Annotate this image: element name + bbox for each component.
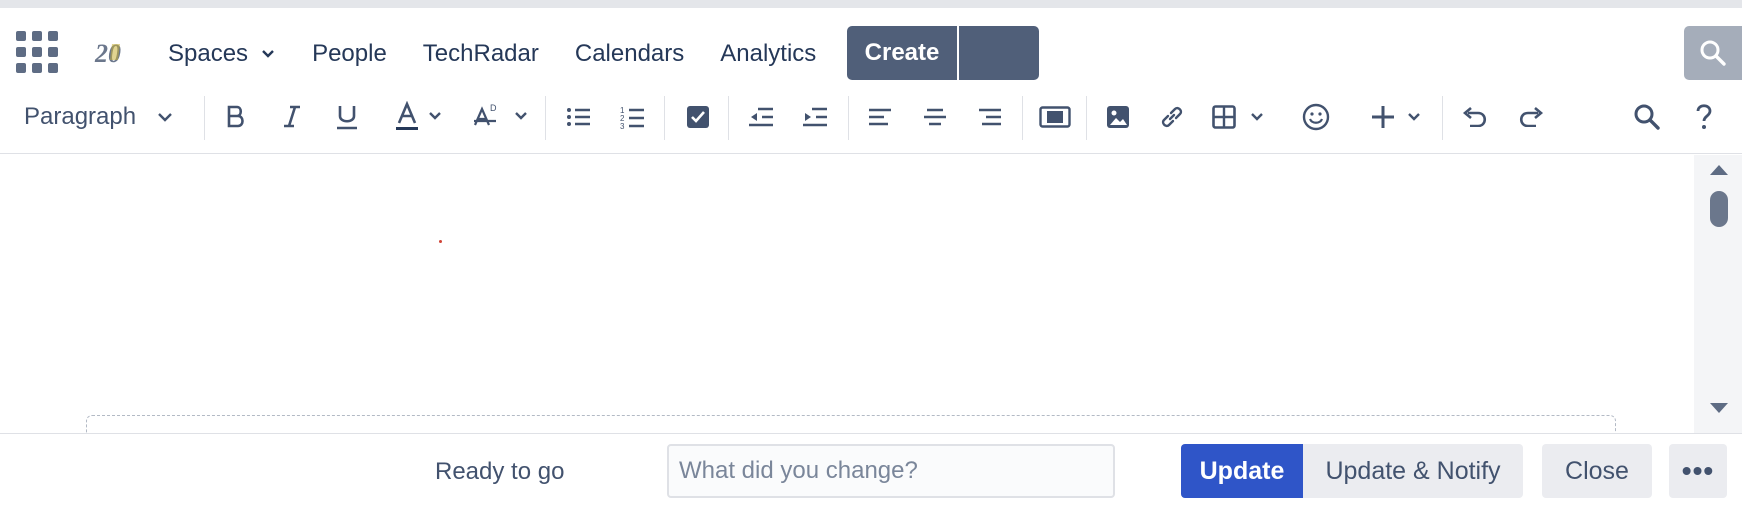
align-center-button[interactable] — [923, 88, 947, 146]
app-switcher-icon[interactable] — [16, 31, 60, 75]
italic-button[interactable] — [280, 88, 304, 146]
align-left-icon — [869, 108, 891, 126]
close-button[interactable]: Close — [1542, 444, 1652, 498]
underline-button[interactable] — [334, 88, 360, 146]
nav-analytics-label: Analytics — [720, 40, 817, 67]
outdent-icon — [749, 107, 773, 127]
insert-image-button[interactable] — [1106, 88, 1130, 146]
search-icon — [1634, 104, 1660, 130]
global-search-button[interactable] — [1684, 26, 1742, 80]
insert-more-icon — [1372, 106, 1420, 128]
page-layout-icon — [1039, 106, 1071, 128]
top-navigation-bar: 20 Spaces People TechRadar Calendars Ana… — [0, 0, 1742, 96]
version-comment-input[interactable] — [667, 444, 1115, 498]
insert-emoji-button[interactable] — [1302, 88, 1330, 146]
create-from-template-button[interactable] — [959, 26, 1039, 80]
toolbar-divider — [1022, 96, 1023, 140]
svg-text:D: D — [490, 103, 497, 113]
update-button[interactable]: Update — [1181, 444, 1303, 498]
align-right-button[interactable] — [978, 88, 1002, 146]
text-color-button[interactable] — [394, 88, 450, 146]
main-nav: Spaces People TechRadar Calendars Analyt… — [168, 34, 852, 74]
help-button[interactable] — [1694, 88, 1714, 146]
editor-scrollbar[interactable] — [1694, 155, 1742, 433]
chevron-down-icon — [262, 50, 274, 58]
image-icon — [1107, 106, 1129, 128]
chevron-down-icon — [158, 113, 172, 122]
insert-table-button[interactable] — [1212, 88, 1268, 146]
create-button-group: Create — [847, 26, 1039, 80]
nav-techradar[interactable]: TechRadar — [423, 40, 539, 68]
nav-people-label: People — [312, 40, 387, 67]
editor-content-area[interactable] — [0, 155, 1694, 435]
text-color-icon — [396, 101, 441, 130]
help-icon — [1696, 104, 1712, 129]
nav-spaces[interactable]: Spaces — [168, 40, 276, 68]
italic-icon — [284, 105, 300, 128]
nav-techradar-label: TechRadar — [422, 40, 539, 67]
task-list-icon — [687, 106, 709, 128]
text-format-button[interactable]: D — [472, 88, 528, 146]
toolbar-divider — [1086, 96, 1087, 140]
editor-toolbar: Paragraph D 123 — [0, 88, 1742, 154]
emoji-icon — [1302, 103, 1330, 131]
align-center-icon — [924, 108, 946, 126]
bullet-list-icon — [567, 108, 590, 126]
editor-footer: Ready to go Update Update & Notify Close… — [0, 433, 1742, 517]
layout-section-outline — [86, 415, 1616, 435]
redo-icon — [1519, 107, 1544, 127]
nav-calendars[interactable]: Calendars — [575, 40, 684, 68]
task-list-button[interactable] — [686, 88, 710, 146]
update-and-notify-button[interactable]: Update & Notify — [1303, 444, 1523, 498]
paragraph-style-value: Paragraph — [24, 103, 137, 130]
bullet-list-button[interactable] — [566, 88, 592, 146]
numbered-list-icon: 123 — [620, 106, 644, 130]
insert-more-button[interactable] — [1371, 88, 1427, 146]
nav-calendars-label: Calendars — [574, 40, 685, 67]
more-options-button[interactable]: ••• — [1669, 444, 1727, 498]
page-layout-button[interactable] — [1039, 88, 1071, 146]
toolbar-divider — [664, 96, 665, 140]
nav-analytics[interactable]: Analytics — [720, 40, 816, 68]
search-icon — [1700, 40, 1726, 66]
text-cursor — [439, 240, 442, 243]
save-status-text: Ready to go — [435, 458, 565, 485]
nav-people[interactable]: People — [312, 40, 387, 68]
toolbar-divider — [545, 96, 546, 140]
scroll-down-arrow-icon[interactable] — [1710, 403, 1728, 413]
paragraph-style-select[interactable]: Paragraph — [24, 88, 174, 146]
toolbar-divider — [728, 96, 729, 140]
toolbar-divider — [848, 96, 849, 140]
scrollbar-thumb[interactable] — [1710, 191, 1728, 227]
bold-button[interactable] — [224, 88, 248, 146]
undo-button[interactable] — [1462, 88, 1488, 146]
insert-link-button[interactable] — [1158, 88, 1186, 146]
outdent-button[interactable] — [748, 88, 774, 146]
indent-button[interactable] — [802, 88, 828, 146]
svg-text:3: 3 — [620, 122, 625, 130]
find-replace-button[interactable] — [1633, 88, 1661, 146]
align-right-icon — [979, 108, 1001, 126]
scroll-up-arrow-icon[interactable] — [1710, 165, 1728, 175]
indent-icon — [803, 107, 827, 127]
undo-icon — [1462, 107, 1487, 127]
create-button[interactable]: Create — [847, 26, 957, 80]
link-icon — [1161, 106, 1183, 128]
align-left-button[interactable] — [868, 88, 892, 146]
text-format-icon: D — [473, 103, 527, 126]
toolbar-divider — [204, 96, 205, 140]
numbered-list-button[interactable]: 123 — [620, 88, 646, 146]
site-logo[interactable]: 20 — [94, 36, 126, 68]
bold-icon — [227, 105, 244, 128]
redo-button[interactable] — [1518, 88, 1544, 146]
nav-spaces-label: Spaces — [168, 40, 249, 67]
table-icon — [1212, 105, 1263, 129]
underline-icon — [337, 106, 357, 130]
toolbar-divider — [1442, 96, 1443, 140]
